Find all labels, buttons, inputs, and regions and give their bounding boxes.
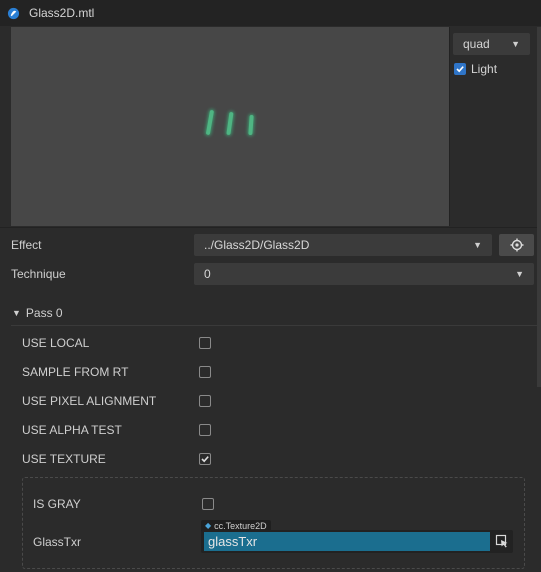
- chevron-down-icon: ▼: [473, 240, 482, 250]
- pass-0-title: Pass 0: [25, 306, 63, 320]
- option-label-use-local: USE LOCAL: [22, 336, 90, 350]
- window-title: Glass2D.mtl: [29, 6, 95, 20]
- divider: [0, 227, 537, 228]
- option-label-sample-from-rt: SAMPLE FROM RT: [22, 365, 129, 379]
- sample-from-rt-checkbox[interactable]: [199, 366, 211, 378]
- title-bar: Glass2D.mtl: [0, 0, 541, 26]
- is-gray-label: IS GRAY: [33, 497, 81, 511]
- effect-select[interactable]: ../Glass2D/Glass2D ▼: [194, 234, 492, 256]
- material-preview-viewport[interactable]: [11, 27, 450, 226]
- light-checkbox[interactable]: [454, 63, 466, 75]
- glass-txr-value: glassTxr: [204, 532, 490, 551]
- effect-label: Effect: [11, 238, 42, 252]
- material-file-icon: [7, 7, 20, 19]
- glass-txr-label: GlassTxr: [33, 535, 81, 549]
- chevron-down-icon: ▼: [515, 269, 524, 279]
- use-texture-checkbox[interactable]: [199, 453, 211, 465]
- asset-picker-icon[interactable]: [495, 534, 509, 548]
- is-gray-checkbox[interactable]: [202, 498, 214, 510]
- use-local-checkbox[interactable]: [199, 337, 211, 349]
- use-texture-group: [22, 477, 525, 569]
- technique-select[interactable]: 0 ▼: [194, 263, 534, 285]
- preview-mesh-value: quad: [463, 37, 490, 51]
- light-label: Light: [471, 62, 498, 76]
- chevron-down-icon: ▼: [511, 39, 520, 49]
- caret-down-icon: ▼: [12, 308, 21, 318]
- preview-render: [205, 109, 255, 136]
- technique-label: Technique: [11, 267, 66, 281]
- diamond-icon: ◆: [205, 521, 212, 530]
- preview-mesh-select[interactable]: quad ▼: [453, 33, 530, 55]
- glass-txr-asset-field[interactable]: glassTxr: [201, 530, 513, 553]
- use-pixel-alignment-checkbox[interactable]: [199, 395, 211, 407]
- preview-options-panel: quad ▼ Light: [450, 27, 541, 227]
- option-label-use-pixel-alignment: USE PIXEL ALIGNMENT: [22, 394, 157, 408]
- crosshair-icon: [510, 238, 523, 252]
- locate-effect-button[interactable]: [499, 234, 534, 256]
- check-icon: [201, 456, 209, 463]
- option-label-use-alpha-test: USE ALPHA TEST: [22, 423, 122, 437]
- asset-type-text: cc.Texture2D: [214, 520, 267, 531]
- light-toggle[interactable]: Light: [454, 62, 497, 76]
- check-icon: [456, 66, 464, 73]
- option-label-use-texture: USE TEXTURE: [22, 452, 106, 466]
- pass-0-header[interactable]: ▼ Pass 0: [12, 306, 63, 320]
- divider: [11, 325, 537, 326]
- use-alpha-test-checkbox[interactable]: [199, 424, 211, 436]
- effect-value: ../Glass2D/Glass2D: [204, 238, 310, 252]
- scrollbar[interactable]: [537, 27, 541, 387]
- technique-value: 0: [204, 267, 211, 281]
